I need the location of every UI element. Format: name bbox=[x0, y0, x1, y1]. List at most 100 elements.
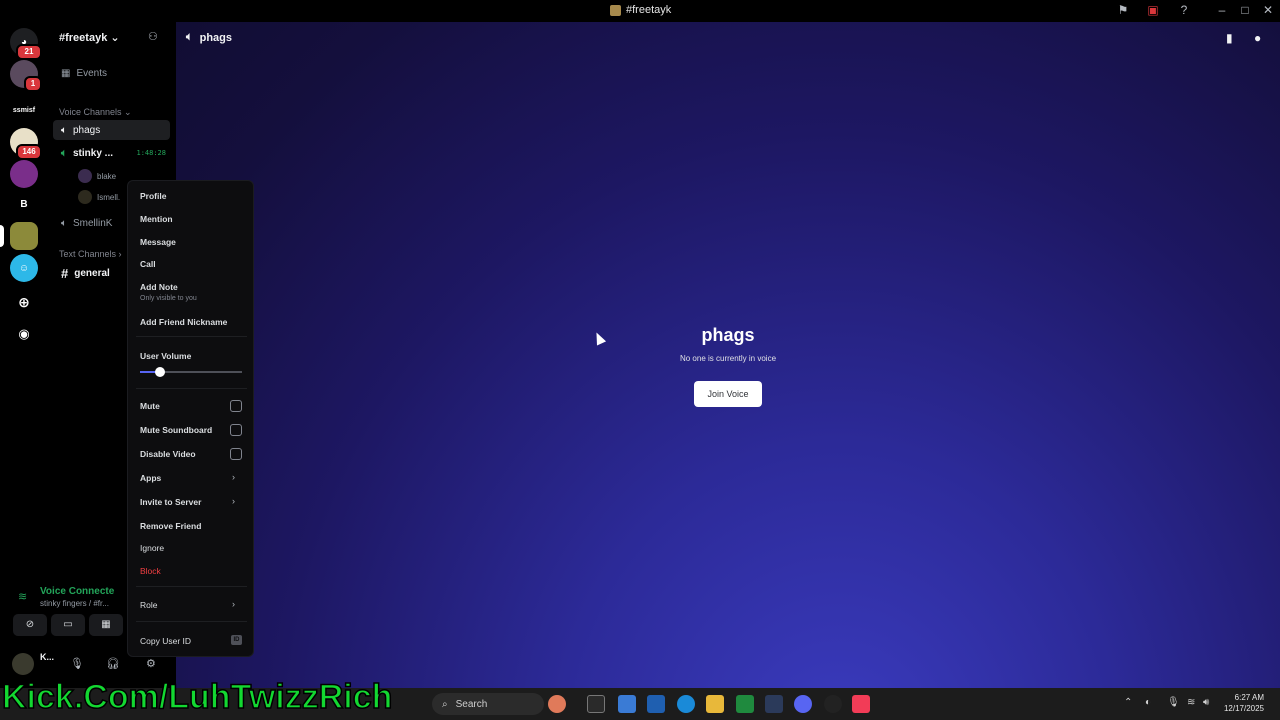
voice-category[interactable]: Voice Channels ⌄ bbox=[59, 107, 132, 118]
tray-app-icon[interactable]: ◐ bbox=[1145, 697, 1151, 708]
edge-copilot-icon[interactable] bbox=[618, 695, 636, 713]
voice-user-name: blake bbox=[97, 171, 117, 181]
voice-channel-label: stinky ... bbox=[73, 147, 114, 159]
server-label: ssmisf bbox=[12, 106, 36, 114]
selected-pill bbox=[0, 225, 4, 247]
server-ssmisf[interactable]: ssmisf bbox=[9, 96, 39, 124]
activities-button[interactable]: ▦ bbox=[89, 614, 123, 636]
maximize-button[interactable]: □ bbox=[1237, 2, 1253, 18]
guild-header[interactable]: #freetayk ⌄ bbox=[59, 31, 120, 44]
help-icon[interactable]: ? bbox=[1176, 2, 1192, 18]
tray-chevron-up-icon[interactable]: ⌃ bbox=[1124, 697, 1132, 708]
minimize-button[interactable]: – bbox=[1214, 2, 1230, 18]
screen-share-button[interactable]: ▭ bbox=[51, 614, 85, 636]
inbox-icon[interactable]: ⚑ bbox=[1115, 2, 1131, 18]
menu-item-ignore[interactable]: Ignore bbox=[140, 543, 164, 553]
microphone-icon[interactable]: 🎙︎ bbox=[70, 657, 84, 670]
voice-channel-label: phags bbox=[73, 124, 101, 136]
avatar bbox=[78, 190, 92, 204]
server-freetayk[interactable] bbox=[10, 222, 38, 250]
invite-icon[interactable]: ⚇ bbox=[148, 30, 158, 43]
menu-item-add-note[interactable]: Add Note bbox=[140, 282, 178, 292]
server-icon bbox=[610, 4, 621, 16]
chevron-right-icon: › bbox=[232, 599, 235, 609]
dm-home-icon[interactable]: ◕ 21 bbox=[10, 28, 42, 60]
menu-item-invite-to-server[interactable]: Invite to Server bbox=[140, 497, 201, 507]
guild-name: #freetayk bbox=[59, 32, 108, 44]
user-name[interactable]: K... bbox=[40, 652, 54, 662]
menu-item-mute-soundboard[interactable]: Mute Soundboard bbox=[140, 425, 212, 435]
menu-item-add-friend-nickname[interactable]: Add Friend Nickname bbox=[140, 317, 227, 327]
discord-taskbar-icon[interactable] bbox=[794, 695, 812, 713]
notification-badge: 146 bbox=[16, 144, 42, 160]
server-b[interactable]: B bbox=[10, 190, 38, 218]
add-server-icon[interactable]: ⊕ bbox=[10, 288, 38, 316]
signal-icon[interactable]: ≋ bbox=[18, 590, 27, 603]
avatar[interactable] bbox=[12, 653, 34, 675]
menu-item-message[interactable]: Message bbox=[140, 237, 176, 247]
voice-status[interactable]: Voice Connecte bbox=[40, 586, 114, 597]
server-letter: B bbox=[20, 198, 28, 210]
camera-off-button[interactable]: ⊘ bbox=[13, 614, 47, 636]
user-volume-slider[interactable] bbox=[140, 367, 242, 377]
copilot-icon[interactable] bbox=[548, 695, 566, 713]
notification-badge: 21 bbox=[16, 44, 42, 60]
window-title: #freetayk bbox=[610, 4, 671, 16]
speaker-icon: 🔈︎ bbox=[186, 31, 193, 43]
chat-icon[interactable]: ● bbox=[1254, 31, 1261, 45]
voice-user-name: Ismell. bbox=[97, 192, 121, 202]
menu-item-mention[interactable]: Mention bbox=[140, 214, 173, 224]
close-button[interactable]: ✕ bbox=[1260, 2, 1276, 18]
menu-item-call[interactable]: Call bbox=[140, 259, 156, 269]
xbox-icon[interactable] bbox=[736, 695, 754, 713]
steam-icon[interactable] bbox=[765, 695, 783, 713]
headphones-icon[interactable]: 🎧︎ bbox=[106, 657, 120, 670]
voice-user[interactable]: blake bbox=[78, 169, 116, 183]
id-icon: ID bbox=[231, 635, 242, 645]
main-area: 🔈︎ phags ▮ ● phags No one is currently i… bbox=[176, 22, 1280, 688]
store-icon[interactable] bbox=[647, 695, 665, 713]
voice-user[interactable]: Ismell. bbox=[78, 190, 120, 204]
wifi-icon[interactable]: ≋ bbox=[1187, 697, 1195, 708]
volume-icon[interactable]: 🔊︎ bbox=[1203, 697, 1209, 708]
menu-item-profile[interactable]: Profile bbox=[140, 191, 166, 201]
dm-avatar[interactable]: 1 bbox=[10, 60, 42, 92]
voice-channel-phags[interactable]: 🔈︎ phags bbox=[53, 120, 170, 140]
taskbar-search[interactable]: ⌕ Search bbox=[432, 693, 544, 715]
voice-category-label: Voice Channels bbox=[59, 107, 122, 117]
gear-icon[interactable]: ⚙ bbox=[146, 657, 156, 670]
menu-item-remove-friend[interactable]: Remove Friend bbox=[140, 521, 201, 531]
notification-badge: 1 bbox=[24, 76, 42, 92]
music-icon[interactable] bbox=[852, 695, 870, 713]
mute-checkbox[interactable] bbox=[230, 400, 242, 412]
screen-share-icon[interactable]: ▣ bbox=[1145, 2, 1161, 18]
join-voice-button[interactable]: Join Voice bbox=[694, 381, 762, 407]
menu-item-disable-video[interactable]: Disable Video bbox=[140, 449, 196, 459]
clock[interactable]: 6:27 AM 12/17/2025 bbox=[1222, 692, 1264, 714]
user-context-menu: Profile Mention Message Call Add Note On… bbox=[127, 180, 254, 657]
microphone-tray-icon[interactable]: 🎙︎ bbox=[1167, 697, 1180, 708]
server-colorful[interactable] bbox=[10, 160, 38, 188]
slider-handle[interactable] bbox=[155, 367, 166, 377]
server-smiley[interactable]: ☺ bbox=[10, 254, 38, 282]
text-channel-label: general bbox=[74, 267, 110, 279]
menu-item-mute[interactable]: Mute bbox=[140, 401, 160, 411]
edge-icon[interactable] bbox=[677, 695, 695, 713]
menu-item-role[interactable]: Role bbox=[140, 600, 157, 610]
voice-channel-stinky[interactable]: 🔈︎ stinky ... 1:48:28 bbox=[53, 143, 170, 163]
file-explorer-icon[interactable] bbox=[706, 695, 724, 713]
menu-item-user-volume: User Volume bbox=[140, 351, 192, 361]
disable-video-checkbox[interactable] bbox=[230, 448, 242, 460]
task-view-icon[interactable] bbox=[587, 695, 605, 713]
menu-item-apps[interactable]: Apps bbox=[140, 473, 161, 483]
obs-icon[interactable] bbox=[824, 695, 842, 713]
text-category[interactable]: Text Channels › bbox=[59, 249, 122, 259]
bookmark-icon[interactable]: ▮ bbox=[1226, 31, 1233, 45]
events-item[interactable]: ▦ Events bbox=[53, 63, 170, 83]
discover-icon[interactable]: ◉ bbox=[10, 320, 38, 348]
menu-item-block[interactable]: Block bbox=[140, 566, 161, 576]
voice-location[interactable]: stinky fingers / #fr... bbox=[40, 599, 109, 608]
menu-item-copy-user-id[interactable]: Copy User ID bbox=[140, 636, 191, 646]
server-pikachu[interactable]: 146 bbox=[10, 128, 42, 160]
mute-soundboard-checkbox[interactable] bbox=[230, 424, 242, 436]
